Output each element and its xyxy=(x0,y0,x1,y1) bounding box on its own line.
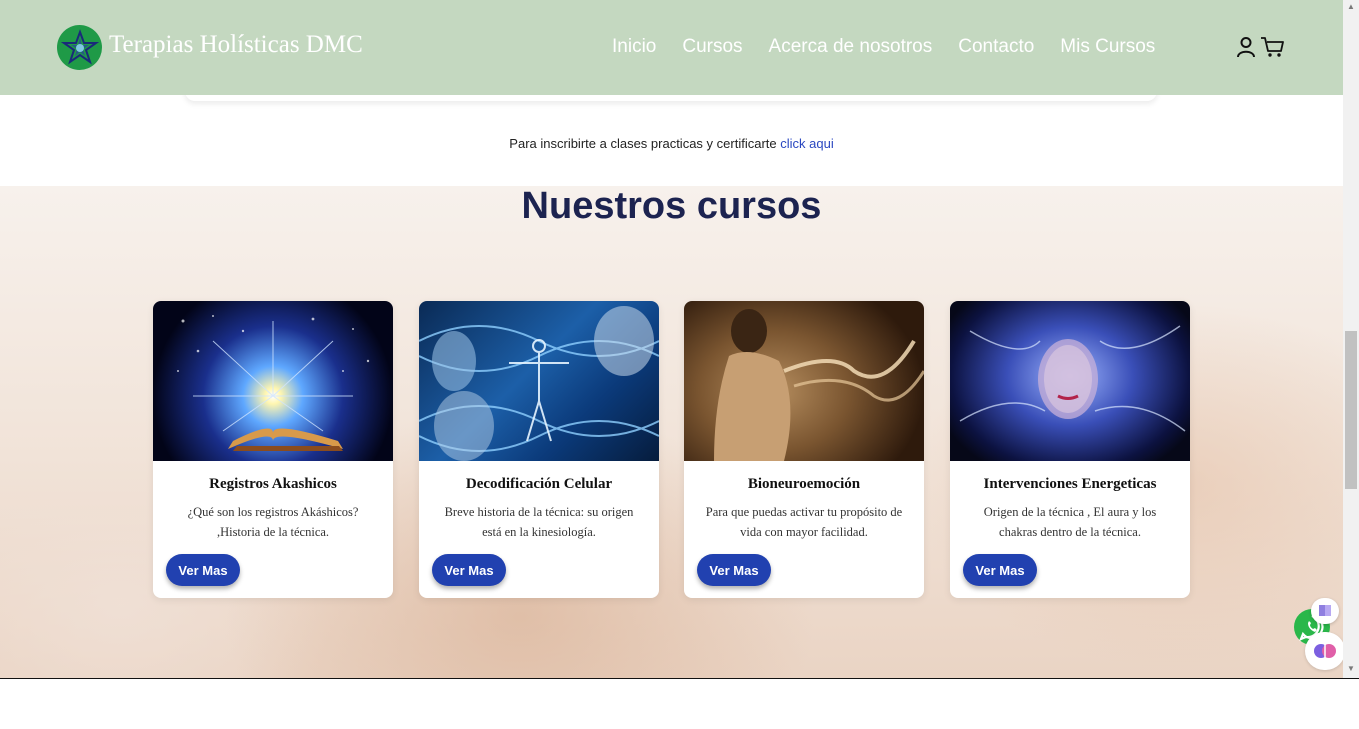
course-description: Breve historia de la técnica: su origen … xyxy=(444,505,634,539)
course-card-bioneuroemocion: Bioneuroemoción Para que puedas activar … xyxy=(684,301,924,598)
courses-section: Nuestros cursos Registros Akashicos ¿Qué… xyxy=(0,186,1343,678)
scrollbar-thumb[interactable] xyxy=(1345,331,1357,489)
book-icon[interactable] xyxy=(1311,598,1339,624)
ver-mas-button[interactable]: Ver Mas xyxy=(697,554,771,586)
nav-mis-cursos[interactable]: Mis Cursos xyxy=(1060,36,1155,58)
course-description: ¿Qué son los registros Akáshicos? ,Histo… xyxy=(187,505,359,539)
nav-acerca[interactable]: Acerca de nosotros xyxy=(769,36,933,58)
course-image-bioneuroemocion xyxy=(684,301,924,461)
nav-cursos[interactable]: Cursos xyxy=(682,36,742,58)
main-nav: Inicio Cursos Acerca de nosotros Contact… xyxy=(612,36,1181,58)
course-image-decodificacion xyxy=(419,301,659,461)
page-scrollbar[interactable]: ▲ ▼ xyxy=(1343,0,1359,678)
course-title: Bioneuroemoción xyxy=(747,476,861,492)
course-card-intervenciones: Intervenciones Energeticas Origen de la … xyxy=(950,301,1190,598)
scroll-up-icon[interactable]: ▲ xyxy=(1343,0,1359,14)
logo[interactable] xyxy=(57,25,102,70)
enroll-link[interactable]: click aqui xyxy=(780,136,833,151)
brain-icon[interactable] xyxy=(1305,632,1343,670)
course-card-decodificacion: Decodificación Celular Breve historia de… xyxy=(419,301,659,598)
navbar: Terapias Holísticas DMC Inicio Cursos Ac… xyxy=(0,0,1343,95)
course-image-akashicos xyxy=(153,301,393,461)
course-description: Origen de la técnica , El aura y los cha… xyxy=(983,505,1157,539)
site-title[interactable]: Terapias Holísticas DMC xyxy=(109,31,363,59)
course-title: Intervenciones Energeticas xyxy=(983,476,1157,492)
nav-contacto[interactable]: Contacto xyxy=(958,36,1034,58)
section-title: Nuestros cursos xyxy=(521,186,822,227)
course-title: Decodificación Celular xyxy=(465,476,613,492)
viewport-divider xyxy=(0,678,1359,679)
course-title: Registros Akashicos xyxy=(209,476,337,492)
viewport: Terapias Holísticas DMC Inicio Cursos Ac… xyxy=(0,0,1343,678)
enroll-notice: Para inscribirte a clases practicas y ce… xyxy=(0,136,1343,151)
scroll-down-icon[interactable]: ▼ xyxy=(1343,662,1359,676)
course-description: Para que puedas activar tu propósito de … xyxy=(705,505,903,539)
cart-icon[interactable] xyxy=(1260,36,1284,63)
user-icon[interactable] xyxy=(1236,36,1256,63)
ver-mas-button[interactable]: Ver Mas xyxy=(432,554,506,586)
ver-mas-button[interactable]: Ver Mas xyxy=(963,554,1037,586)
enroll-text: Para inscribirte a clases practicas y ce… xyxy=(509,136,781,151)
star-logo-icon xyxy=(60,28,99,66)
course-image-intervenciones xyxy=(950,301,1190,461)
course-card-akashicos: Registros Akashicos ¿Qué son los registr… xyxy=(153,301,393,598)
nav-inicio[interactable]: Inicio xyxy=(612,36,656,58)
ver-mas-button[interactable]: Ver Mas xyxy=(166,554,240,586)
